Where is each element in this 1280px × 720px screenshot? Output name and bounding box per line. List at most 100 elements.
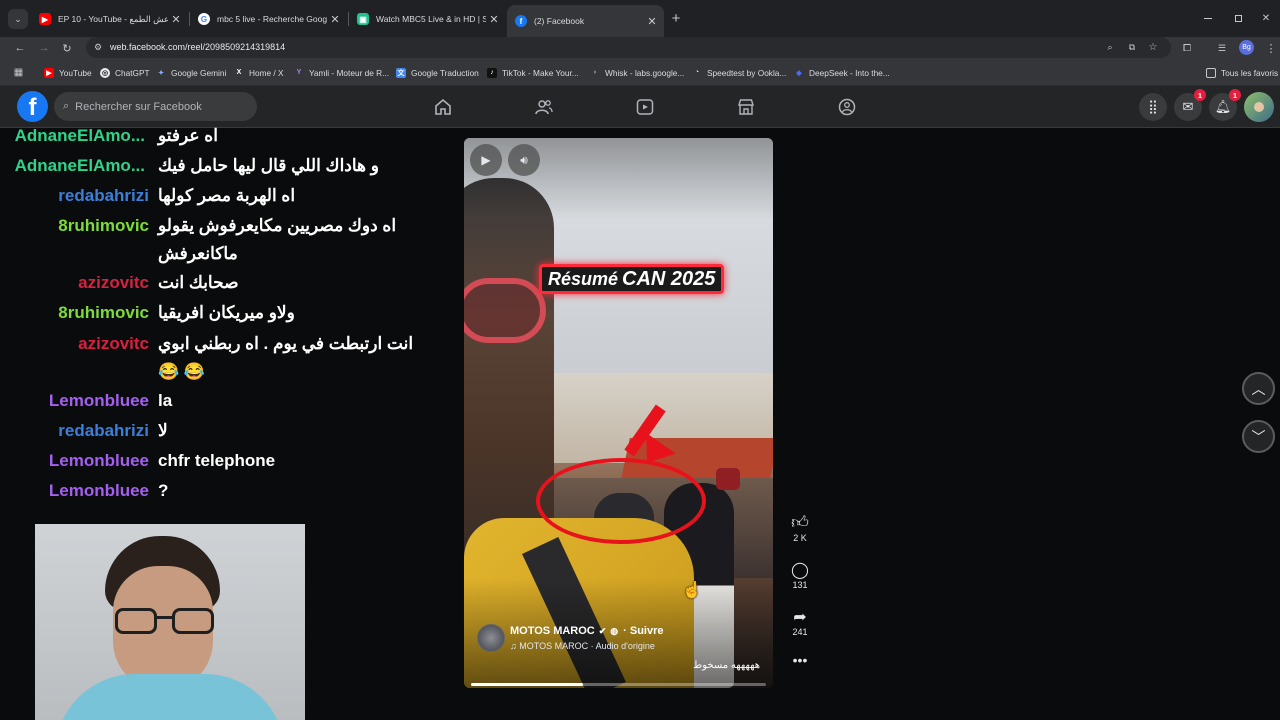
bookmark-label: Whisk - labs.google... bbox=[605, 67, 685, 78]
chat-username[interactable]: 8ruhimovic bbox=[58, 216, 149, 240]
reload-button[interactable]: ↻ bbox=[59, 40, 75, 56]
close-window-button[interactable]: ✕ bbox=[1256, 10, 1276, 26]
new-tab-button[interactable]: + bbox=[667, 9, 685, 27]
bookmark-label: Tous les favoris bbox=[1221, 67, 1279, 78]
close-icon[interactable]: ✕ bbox=[644, 15, 660, 28]
more-options-button[interactable]: ••• bbox=[786, 652, 814, 668]
tab-google[interactable]: G mbc 5 live - Recherche Google ✕ bbox=[190, 6, 347, 32]
zoom-icon[interactable]: ⌕ bbox=[1103, 40, 1117, 54]
restore-button[interactable] bbox=[1228, 10, 1248, 26]
bookmark-label: ChatGPT bbox=[115, 67, 150, 78]
like-count: 2 K bbox=[793, 533, 807, 543]
chat-username[interactable]: azizovitc bbox=[78, 273, 149, 297]
chat-message: صحابك انت bbox=[158, 273, 239, 292]
chat-username[interactable]: redabahrizi bbox=[58, 421, 149, 445]
chat-message: انت ارتبطت في يوم . اه ربطني ابوي bbox=[158, 334, 414, 353]
site-info-icon[interactable]: ⚙ bbox=[91, 40, 105, 54]
bookmark-chatgpt[interactable]: ◎ ChatGPT bbox=[100, 66, 150, 79]
chevron-down-icon: ﹀ bbox=[1251, 428, 1266, 445]
tab-mbc5[interactable]: ▣ Watch MBC5 Live & in HD | Sha ✕ bbox=[349, 6, 506, 32]
bookmark-whisk[interactable]: ◗ Whisk - labs.google... bbox=[590, 66, 684, 79]
address-bar[interactable]: ⚙ web.facebook.com/reel/2098509214319814… bbox=[86, 37, 1171, 58]
chevron-down-icon: ⌄ bbox=[14, 13, 22, 24]
arrow-right-icon: → bbox=[38, 42, 50, 54]
close-icon[interactable]: ✕ bbox=[486, 13, 502, 26]
author-name[interactable]: MOTOS MAROC bbox=[510, 625, 595, 637]
arrow-left-icon: ← bbox=[14, 42, 26, 54]
chat-username[interactable]: 8ruhimovic bbox=[58, 303, 149, 327]
chat-username[interactable]: Lemonbluee bbox=[49, 481, 149, 505]
chat-username[interactable]: redabahrizi bbox=[58, 186, 149, 210]
extensions-button[interactable]: ⧠ bbox=[1179, 40, 1195, 56]
deepseek-icon: ◆ bbox=[796, 69, 802, 77]
facebook-search-input[interactable]: ⌕ Rechercher sur Facebook bbox=[54, 92, 257, 121]
bookmark-label: DeepSeek - Into the... bbox=[809, 67, 890, 78]
bookmark-gemini[interactable]: ✦ Google Gemini bbox=[156, 66, 226, 79]
comment-count: 131 bbox=[792, 580, 808, 590]
reel-caption: هههههه مسخوط bbox=[693, 660, 760, 671]
music-note-icon: ♫ bbox=[510, 641, 517, 651]
whisk-icon: ◗ bbox=[592, 69, 598, 76]
comment-button[interactable]: ◯ 131 bbox=[786, 560, 814, 590]
account-avatar[interactable] bbox=[1244, 92, 1274, 122]
bookmark-yamli[interactable]: Y Yamli - Moteur de R... bbox=[294, 66, 389, 79]
messenger-badge: 1 bbox=[1194, 89, 1206, 101]
friends-icon[interactable] bbox=[534, 97, 554, 117]
progress-fill bbox=[471, 683, 584, 686]
next-reel-button[interactable]: ﹀ bbox=[1242, 420, 1275, 453]
all-bookmarks-folder[interactable]: Tous les favoris bbox=[1206, 66, 1278, 79]
bookmark-deepseek[interactable]: ◆ DeepSeek - Into the... bbox=[794, 66, 890, 79]
bookmark-youtube[interactable]: ▶ YouTube bbox=[44, 66, 92, 79]
bookmark-x[interactable]: X Home / X bbox=[234, 66, 284, 79]
kebab-menu-icon: ⋮ bbox=[1265, 42, 1277, 55]
stream-icon: ▣ bbox=[357, 13, 369, 25]
chat-message-continued: 😂 😂 bbox=[158, 362, 206, 381]
forward-button[interactable]: → bbox=[36, 40, 52, 56]
reel-video[interactable]: Résumé CAN 2025 ▶ 🔊︎ MOTOS MAROC ✔ ◍ · S… bbox=[464, 138, 773, 688]
mute-button[interactable]: 🔊︎ bbox=[508, 144, 540, 176]
apps-grid-icon: ▦ bbox=[13, 67, 24, 78]
chat-username[interactable]: azizovitc bbox=[78, 334, 149, 358]
media-controls-button[interactable]: ☰ bbox=[1214, 40, 1230, 56]
menu-button[interactable]: ⋮ bbox=[1264, 40, 1278, 56]
chat-username[interactable]: AdnaneElAmo... bbox=[15, 156, 145, 180]
previous-reel-button[interactable]: ︿ bbox=[1242, 372, 1275, 405]
minimize-button[interactable] bbox=[1198, 10, 1218, 26]
tab-youtube[interactable]: ▶ EP 10 - YouTube - عش الطمع ✕ bbox=[31, 6, 188, 32]
tab-search-button[interactable]: ⌄ bbox=[8, 9, 28, 29]
audio-line[interactable]: ♫ MOTOS MAROC · Audio d'origine bbox=[510, 641, 655, 651]
groups-icon[interactable] bbox=[837, 97, 857, 117]
chat-username[interactable]: Lemonbluee bbox=[49, 451, 149, 475]
chat-message: ولاو ميريكان افريقيا bbox=[158, 303, 295, 322]
comment-icon: ◯ bbox=[791, 562, 809, 579]
close-icon[interactable]: ✕ bbox=[168, 13, 184, 26]
close-icon[interactable]: ✕ bbox=[327, 13, 343, 26]
marketplace-icon[interactable] bbox=[736, 97, 756, 117]
bookmark-tiktok[interactable]: ♪ TikTok - Make Your... bbox=[487, 66, 579, 79]
home-icon[interactable] bbox=[433, 97, 453, 117]
share-icon: ➦ bbox=[793, 609, 807, 626]
share-button[interactable]: ➦ 241 bbox=[786, 607, 814, 637]
chat-username[interactable]: AdnaneElAmo... bbox=[15, 126, 145, 150]
profile-avatar[interactable]: Bg bbox=[1239, 40, 1254, 55]
follow-link[interactable]: · Suivre bbox=[623, 625, 663, 637]
bookmark-speedtest[interactable]: ◔ Speedtest by Ookla... bbox=[692, 66, 786, 79]
author-avatar[interactable] bbox=[477, 624, 505, 652]
video-icon[interactable] bbox=[635, 97, 655, 117]
profile-icon: Bg bbox=[1242, 44, 1251, 51]
bookmark-translate[interactable]: 文 Google Traduction bbox=[396, 66, 479, 79]
chat-message-continued: ماكانعرفش bbox=[158, 244, 238, 263]
tab-facebook[interactable]: f (2) Facebook ✕ bbox=[507, 5, 664, 37]
install-app-icon[interactable]: ⧉ bbox=[1125, 40, 1139, 54]
star-icon[interactable]: ☆ bbox=[1146, 40, 1160, 54]
like-button[interactable]: 👍︎ 2 K bbox=[786, 512, 814, 543]
play-button[interactable]: ▶ bbox=[470, 144, 502, 176]
back-button[interactable]: ← bbox=[12, 40, 28, 56]
chat-username[interactable]: Lemonbluee bbox=[49, 391, 149, 415]
progress-track[interactable] bbox=[471, 683, 766, 686]
menu-grid-button[interactable]: ⣿ bbox=[1139, 93, 1167, 121]
facebook-logo[interactable]: f bbox=[17, 91, 48, 122]
play-icon: ▶ bbox=[481, 153, 491, 167]
yamli-icon: Y bbox=[296, 69, 302, 76]
apps-button[interactable]: ▦ bbox=[12, 66, 25, 79]
